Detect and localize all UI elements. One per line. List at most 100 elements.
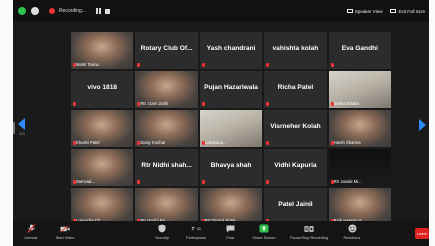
participant-tile[interactable]: Eva Gandhi [328, 32, 392, 69]
chat-icon [225, 224, 235, 233]
unmute-button[interactable]: Unmute [13, 224, 49, 240]
participant-tile[interactable]: Richa Patel [264, 71, 327, 108]
share-screen-label: Share Screen [252, 236, 276, 240]
leave-button[interactable]: Leave [415, 228, 429, 239]
share-screen-button[interactable]: Share Screen [246, 224, 282, 240]
participant-name: Vidhi Kapuria [274, 162, 317, 169]
next-page-button[interactable] [418, 118, 426, 142]
participant-tile[interactable]: Rotary Club Of... [135, 32, 198, 69]
start-video-label: Start Video [55, 236, 75, 240]
participant-name: Maitri Tanna [76, 62, 99, 67]
page-margin-right [429, 0, 435, 246]
microphone-muted-icon [266, 102, 270, 106]
participant-name: Samvad... [76, 179, 95, 184]
stop-recording-icon[interactable] [104, 8, 110, 14]
participant-name: Harsh Sharma [333, 140, 361, 145]
meeting-toolbar: Unmute Start Video Security 41 Participa… [13, 221, 429, 246]
participant-tile[interactable]: Maitri Tanna [71, 32, 134, 69]
pause-stop-recording-button[interactable]: Pause/Stop Recording [287, 224, 331, 240]
gallery-row: Maitri Tanna Rotary Club Of... Yash chandr… [71, 32, 392, 69]
participant-tile[interactable]: Khushi Patel [71, 110, 134, 147]
exit-fullscreen-icon [390, 9, 397, 13]
zoom-meeting-window: Recording... Speaker View Exit Full Scre… [13, 0, 429, 246]
participant-tile[interactable]: Harsh Sharma [328, 110, 392, 147]
pause-recording-icon[interactable] [95, 8, 101, 14]
unmute-label: Unmute [24, 236, 38, 240]
recording-indicator: Recording... [49, 4, 86, 18]
participant-tile[interactable]: Sneha Bhatia [328, 71, 392, 108]
title-bar: Recording... Speaker View Exit Full Scre [13, 0, 429, 22]
speaker-view-button[interactable]: Speaker View [346, 8, 383, 14]
microphone-muted-icon [201, 63, 205, 67]
participant-name: Rtr Janaki Mi... [333, 179, 362, 184]
participant-name: Daisy Kochar [140, 140, 166, 145]
side-panel-handle [13, 122, 15, 134]
participant-name: Pujan Hazariwala [204, 84, 258, 91]
chat-button[interactable]: Chat [212, 224, 248, 240]
participants-count: 41 [196, 226, 201, 231]
microphone-muted-icon [266, 141, 270, 145]
participants-label: Participants [186, 236, 206, 240]
participant-name: Rtr Nidhi shah... [141, 162, 192, 169]
grid-view-icon [346, 9, 353, 13]
microphone-muted-icon [137, 63, 141, 67]
gallery-grid: Maitri Tanna Rotary Club Of... Yash chandr… [71, 32, 392, 227]
participant-name: vahishta kolah [272, 45, 319, 52]
chevron-right-icon [419, 119, 426, 131]
participant-tile[interactable]: Daisy Kochar [135, 110, 198, 147]
participants-button[interactable]: 41 Participants [178, 224, 214, 241]
participant-tile[interactable]: Rtr.Vrushi Pa... [135, 188, 198, 225]
start-video-button[interactable]: Start Video [47, 224, 83, 240]
recording-label: Recording... [59, 8, 86, 14]
chevron-left-icon [18, 118, 25, 130]
security-button[interactable]: Security [144, 224, 180, 240]
participant-name: Yash chandrani [206, 45, 256, 52]
security-label: Security [155, 236, 169, 240]
page-number: 2/3 [19, 131, 25, 136]
participant-tile[interactable]: Patel Jainil [264, 188, 327, 225]
previous-page-button[interactable]: 2/3 [17, 118, 27, 142]
video-off-icon [60, 224, 70, 233]
participant-tile[interactable]: Rtr. Garv Joshi [135, 71, 198, 108]
microphone-muted-icon [26, 224, 36, 233]
participant-tile[interactable]: Rtr Nidhi shah... [135, 149, 198, 186]
participant-tile[interactable]: Rajh Hassan S... [328, 188, 392, 225]
participant-name: Rtr. Garv Joshi [140, 101, 169, 106]
participant-tile[interactable]: vivo 1818 [71, 71, 134, 108]
shield-icon [157, 224, 167, 233]
microphone-muted-icon [201, 180, 205, 184]
exit-fullscreen-label: Exit Full Scre [398, 8, 425, 14]
gallery-row: vivo 1818 Rtr. Garv Joshi Pujan Hazariwala… [71, 71, 392, 108]
chat-label: Chat [225, 236, 235, 240]
page-margin-left [0, 0, 13, 246]
participant-tile[interactable]: Visrneher Kolah [264, 110, 327, 147]
microphone-muted-icon [137, 180, 141, 184]
participant-name: Eva Gandhi [341, 45, 378, 52]
participant-tile[interactable]: Bhavya shah [199, 149, 263, 186]
reactions-button[interactable]: Reactions [334, 224, 370, 240]
participant-tile[interactable]: vahishta kolah [264, 32, 327, 69]
shield-icon[interactable] [18, 7, 26, 15]
participant-tile[interactable]: Yash chandrani [199, 32, 263, 69]
participant-tile[interactable]: Vidhi Kapuria [264, 149, 327, 186]
info-icon[interactable] [31, 7, 39, 15]
gallery-row: Khushi Patel Daisy Kochar Lukshana... Visrn… [71, 110, 392, 147]
participant-tile[interactable]: Rtr.Dimpal Patel [199, 188, 263, 225]
participant-tile[interactable]: Lukshana... [199, 110, 263, 147]
participant-tile[interactable]: Samvad... [71, 149, 134, 186]
gallery-row: Samvad... Rtr Nidhi shah... Bhavya shah Vid… [71, 149, 392, 186]
participant-tile[interactable]: Rtr Janaki Mi... [328, 149, 392, 186]
pause-stop-recording-label: Pause/Stop Recording [290, 236, 328, 240]
share-screen-icon [259, 224, 269, 233]
participant-name: Richa Patel [277, 84, 314, 91]
exit-fullscreen-button[interactable]: Exit Full Scre [390, 9, 425, 14]
participant-name: Visrneher Kolah [270, 123, 321, 130]
speaker-view-label: Speaker View [354, 8, 383, 14]
participant-name: Sneha Bhatia [333, 101, 359, 106]
participant-name: vivo 1818 [87, 84, 118, 91]
participant-tile[interactable]: Lokendra Ch... [71, 188, 134, 225]
participant-name: Rotary Club Of... [140, 45, 193, 52]
participant-tile[interactable]: Pujan Hazariwala [199, 71, 263, 108]
pause-stop-icon [304, 224, 314, 233]
microphone-muted-icon [330, 63, 334, 67]
